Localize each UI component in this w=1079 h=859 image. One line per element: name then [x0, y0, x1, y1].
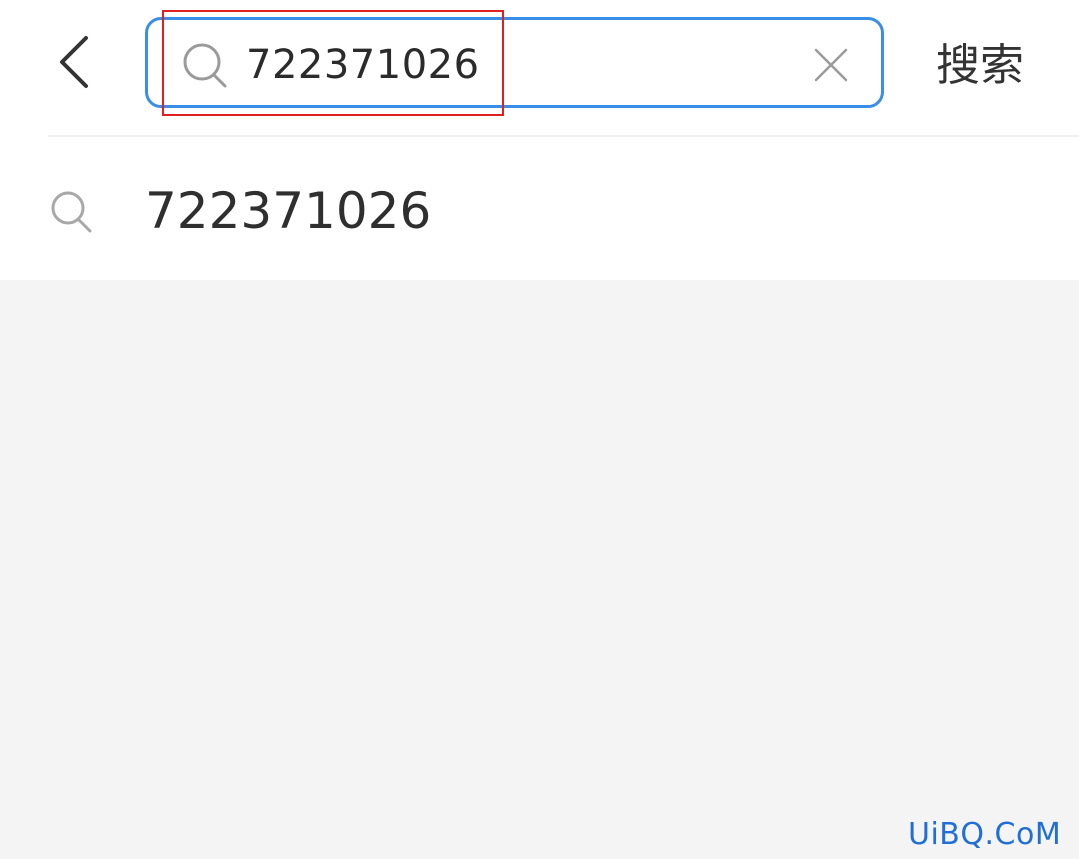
search-box[interactable] [145, 17, 884, 108]
search-input[interactable] [246, 34, 786, 96]
search-button[interactable]: 搜索 [936, 36, 1024, 96]
watermark: UiBQ.CoM [908, 817, 1062, 852]
search-header-panel: 搜索 722371026 [0, 0, 1079, 280]
back-button[interactable] [44, 30, 104, 98]
chevron-left-icon [56, 34, 92, 94]
close-icon[interactable] [812, 46, 850, 84]
divider [48, 135, 1079, 137]
suggestion-item[interactable]: 722371026 [0, 140, 1079, 278]
search-icon [50, 190, 94, 234]
search-icon [182, 42, 230, 90]
suggestion-text: 722371026 [145, 182, 432, 240]
